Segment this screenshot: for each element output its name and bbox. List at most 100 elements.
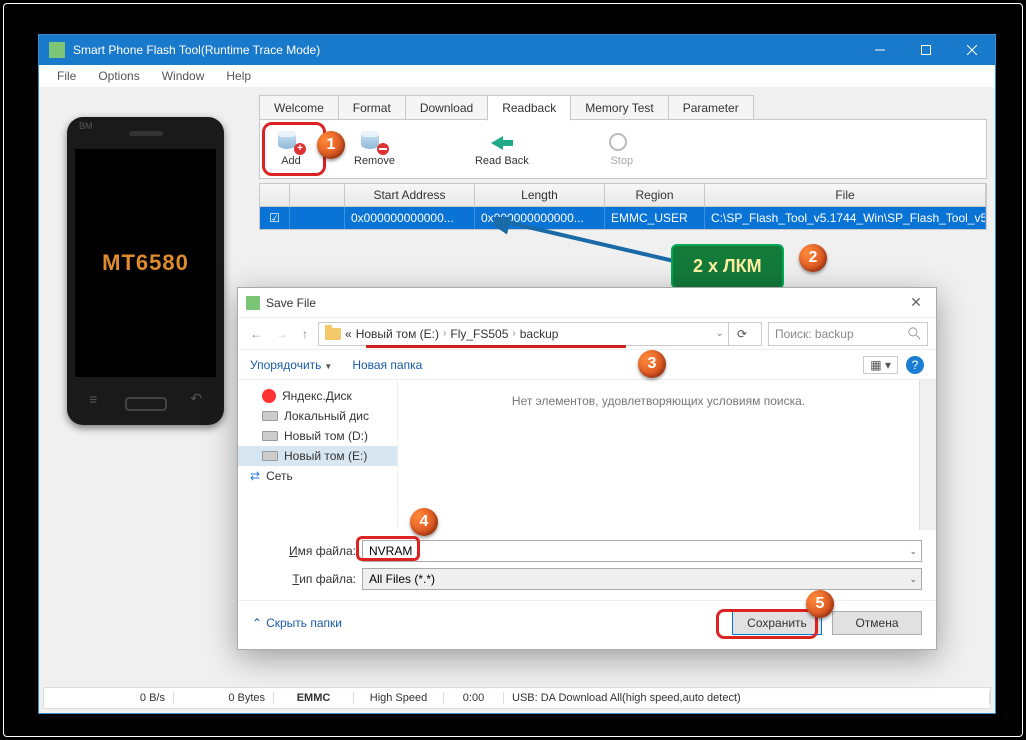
new-folder-button[interactable]: Новая папка: [352, 358, 422, 372]
th-check: [260, 184, 290, 206]
tab-welcome[interactable]: Welcome: [259, 95, 339, 121]
th-length[interactable]: Length: [475, 184, 605, 206]
folder-tree[interactable]: Яндекс.Диск Локальный дис Новый том (D:)…: [238, 380, 398, 530]
th-start[interactable]: Start Address: [345, 184, 475, 206]
hide-folders-toggle[interactable]: ⌃Скрыть папки: [252, 616, 342, 630]
status-bytes: 0 Bytes: [174, 692, 274, 704]
menu-window[interactable]: Window: [152, 67, 215, 85]
save-file-dialog: Save File ✕ ← → ↑ « Новый том (E:)› Fly_…: [237, 287, 937, 650]
minimize-button[interactable]: [857, 35, 903, 65]
stop-button[interactable]: Stop: [599, 127, 645, 171]
annotation-badge-4: 4: [410, 508, 438, 536]
client-area: BM MT6580 ≡ ↶ Welcome Format Download Re…: [39, 87, 995, 713]
phone-preview: BM MT6580 ≡ ↶: [67, 117, 224, 425]
dialog-titlebar[interactable]: Save File ✕: [238, 288, 936, 318]
folder-icon: [325, 328, 341, 340]
bc-drive[interactable]: Новый том (E:): [356, 327, 439, 341]
filename-label: ИИмя файла:мя файла:: [252, 544, 362, 558]
status-time: 0:00: [444, 692, 504, 704]
stop-icon: [609, 133, 627, 151]
menu-help[interactable]: Help: [216, 67, 261, 85]
refresh-button[interactable]: ⟳: [728, 322, 755, 346]
tab-readback[interactable]: Readback: [487, 95, 571, 121]
tree-yandex-disk[interactable]: Яндекс.Диск: [238, 386, 397, 406]
tree-drive-d[interactable]: Новый том (D:): [238, 426, 397, 446]
menu-file[interactable]: File: [47, 67, 86, 85]
arrow-back-icon: [491, 136, 503, 150]
tree-drive-e[interactable]: Новый том (E:): [238, 446, 397, 466]
annotation-badge-1: 1: [317, 131, 345, 159]
view-button[interactable]: ▦ ▾: [863, 356, 898, 374]
annotation-badge-5: 5: [806, 590, 834, 618]
app-icon: [49, 42, 65, 58]
dialog-icon: [246, 296, 260, 310]
annotation-badge-2: 2: [799, 244, 827, 272]
phone-back-key: ↶: [190, 390, 202, 407]
menu-bar: File Options Window Help: [39, 65, 995, 87]
th-name: [290, 184, 345, 206]
close-button[interactable]: [949, 35, 995, 65]
status-mode: High Speed: [354, 692, 444, 704]
status-usb: USB: DA Download All(high speed,auto det…: [504, 692, 990, 704]
bc-dropdown[interactable]: ⌄: [716, 328, 724, 339]
window-title: Smart Phone Flash Tool(Runtime Trace Mod…: [73, 43, 857, 57]
nav-back[interactable]: ←: [246, 325, 266, 343]
tab-format[interactable]: Format: [338, 95, 406, 121]
tab-strip: Welcome Format Download Readback Memory …: [259, 95, 753, 121]
nav-forward[interactable]: →: [272, 325, 292, 343]
cancel-button[interactable]: Отмена: [832, 611, 922, 635]
dialog-close-button[interactable]: ✕: [896, 294, 936, 311]
dialog-title: Save File: [266, 296, 316, 310]
phone-menu-key: ≡: [89, 391, 97, 407]
plus-icon: +: [294, 143, 306, 155]
tree-network[interactable]: ⇄Сеть: [238, 466, 397, 486]
minus-icon: [377, 143, 389, 155]
filename-input[interactable]: NVRAM ⌄: [362, 540, 922, 562]
phone-home-key: [125, 397, 167, 411]
add-button[interactable]: + Add: [268, 127, 314, 171]
status-speed: 0 B/s: [44, 692, 174, 704]
save-button[interactable]: Сохранить: [732, 611, 822, 635]
nav-up[interactable]: ↑: [298, 325, 312, 343]
annotation-arrow: [494, 217, 684, 277]
phone-chip: MT6580: [102, 250, 189, 276]
bc-folder1[interactable]: Fly_FS505: [450, 327, 508, 341]
tab-parameter[interactable]: Parameter: [668, 95, 754, 121]
annotation-underline-path: [366, 345, 626, 348]
empty-message: Нет элементов, удовлетворяющих условиям …: [512, 394, 805, 408]
tab-download[interactable]: Download: [405, 95, 488, 121]
cell-file: C:\SP_Flash_Tool_v5.1744_Win\SP_Flash_To…: [705, 207, 986, 229]
row-checkbox[interactable]: ☑: [260, 207, 290, 229]
main-window: Smart Phone Flash Tool(Runtime Trace Mod…: [38, 34, 996, 714]
status-storage: EMMC: [274, 692, 354, 704]
menu-options[interactable]: Options: [88, 67, 149, 85]
organize-button[interactable]: Упорядочить▼: [250, 358, 332, 372]
dialog-toolbar: Упорядочить▼ Новая папка ▦ ▾ ?: [238, 350, 936, 380]
search-input[interactable]: Поиск: backup: [768, 322, 928, 346]
breadcrumb[interactable]: « Новый том (E:)› Fly_FS505› backup ⌄ ⟳: [318, 322, 762, 346]
readback-toolbar: + Add Remove Read Back Stop: [259, 119, 987, 179]
status-bar: 0 B/s 0 Bytes EMMC High Speed 0:00 USB: …: [43, 687, 991, 709]
remove-button[interactable]: Remove: [344, 127, 405, 171]
cell-start: 0x000000000000...: [345, 207, 475, 229]
readback-button[interactable]: Read Back: [465, 127, 539, 171]
th-region[interactable]: Region: [605, 184, 705, 206]
search-placeholder: Поиск: backup: [775, 327, 854, 341]
annotation-badge-3: 3: [638, 350, 666, 378]
tree-local-disk[interactable]: Локальный дис: [238, 406, 397, 426]
chevron-down-icon[interactable]: ⌄: [909, 574, 917, 585]
filetype-label: Тип файла:: [252, 572, 362, 586]
help-icon[interactable]: ?: [906, 356, 924, 374]
filetype-select[interactable]: All Files (*.*) ⌄: [362, 568, 922, 590]
phone-brand: BM: [79, 121, 93, 131]
titlebar[interactable]: Smart Phone Flash Tool(Runtime Trace Mod…: [39, 35, 995, 65]
file-list[interactable]: Нет элементов, удовлетворяющих условиям …: [398, 380, 919, 530]
tree-scrollbar[interactable]: [919, 380, 936, 530]
tab-memory-test[interactable]: Memory Test: [570, 95, 668, 121]
th-file[interactable]: File: [705, 184, 986, 206]
bc-folder2[interactable]: backup: [520, 327, 559, 341]
maximize-button[interactable]: [903, 35, 949, 65]
callout-double-click: 2 х ЛКМ: [671, 244, 784, 289]
phone-speaker: [129, 131, 163, 136]
chevron-down-icon[interactable]: ⌄: [909, 546, 917, 557]
